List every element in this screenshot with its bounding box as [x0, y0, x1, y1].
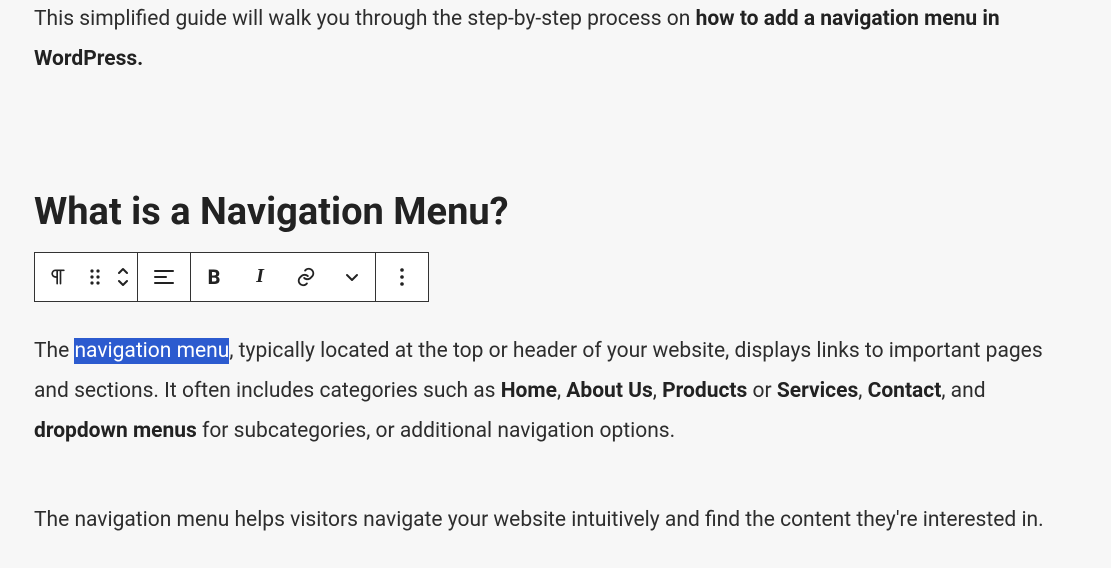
paragraph-block-icon	[48, 267, 68, 287]
italic-button[interactable]: I	[237, 253, 283, 301]
section-heading: What is a Navigation Menu?	[34, 190, 1077, 234]
definition-paragraph[interactable]: The navigation menu, typically located a…	[34, 332, 1077, 452]
intro-text-prefix: This simplified guide will walk you thro…	[34, 7, 696, 31]
p1-b3: Products	[662, 379, 747, 403]
intro-paragraph: This simplified guide will walk you thro…	[34, 0, 1077, 80]
block-type-button[interactable]	[35, 253, 81, 301]
toolbar-group-block	[35, 253, 137, 301]
align-button[interactable]	[138, 253, 190, 301]
bold-icon: B	[208, 265, 221, 289]
drag-handle-icon	[88, 268, 102, 286]
toolbar-group-inline: B I	[191, 253, 375, 301]
p1-c2: ,	[653, 379, 662, 403]
more-inline-button[interactable]	[329, 253, 375, 301]
align-left-icon	[153, 268, 175, 286]
p1-b6: dropdown menus	[34, 419, 197, 443]
p1-b1: Home	[501, 379, 557, 403]
selected-text[interactable]: navigation menu	[74, 338, 229, 364]
italic-icon: I	[256, 265, 264, 288]
p1-t1: The	[34, 339, 74, 363]
chevron-down-icon	[344, 269, 360, 285]
move-up-down-icon	[116, 266, 130, 288]
second-paragraph: The navigation menu helps visitors navig…	[34, 501, 1077, 541]
p1-c3: or	[747, 379, 777, 403]
p1-c5: , and	[941, 379, 985, 403]
toolbar-group-options	[376, 253, 428, 301]
toolbar-group-align	[138, 253, 190, 301]
p1-b5: Contact	[868, 379, 942, 403]
link-icon	[295, 266, 317, 288]
more-options-icon	[399, 267, 405, 287]
drag-handle-button[interactable]	[81, 253, 109, 301]
p1-b2: About Us	[566, 379, 653, 403]
block-toolbar: B I	[34, 252, 429, 302]
p1-b4: Services	[777, 379, 858, 403]
p1-c4: ,	[858, 379, 867, 403]
move-block-button[interactable]	[109, 253, 137, 301]
p1-t3: for subcategories, or additional navigat…	[197, 419, 675, 443]
p1-c1: ,	[557, 379, 566, 403]
options-button[interactable]	[376, 253, 428, 301]
link-button[interactable]	[283, 253, 329, 301]
bold-button[interactable]: B	[191, 253, 237, 301]
